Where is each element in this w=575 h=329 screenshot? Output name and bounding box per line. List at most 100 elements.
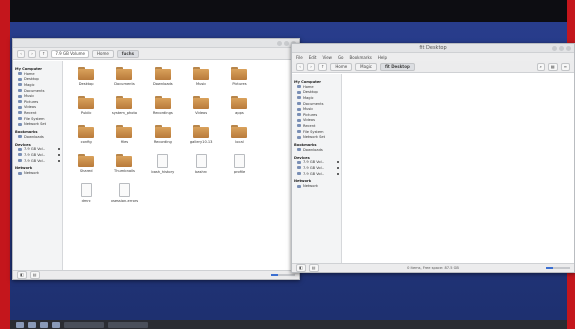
place-icon bbox=[18, 72, 22, 76]
sidebar-item[interactable]: 7.9 GB Vol.. bbox=[15, 158, 60, 164]
right-crumb-0[interactable]: Home bbox=[330, 62, 353, 71]
right-zoom-slider[interactable] bbox=[546, 267, 570, 269]
file-item[interactable]: Shared bbox=[67, 152, 105, 179]
back-button[interactable]: ‹ bbox=[17, 49, 25, 58]
eject-icon[interactable] bbox=[58, 159, 60, 162]
eject-icon[interactable] bbox=[58, 153, 60, 156]
file-item[interactable]: dmrc bbox=[67, 181, 105, 208]
sidebar-item-label: Home bbox=[24, 71, 35, 76]
sidebar-item[interactable]: Network Set bbox=[15, 121, 60, 127]
left-location-field[interactable]: 7.9 GB Volume bbox=[51, 49, 89, 58]
menu-item[interactable]: File bbox=[296, 55, 303, 60]
file-item[interactable]: Recordings bbox=[144, 94, 182, 121]
forward-button[interactable]: › bbox=[307, 62, 315, 71]
eject-icon[interactable] bbox=[337, 172, 339, 175]
folder-body bbox=[231, 69, 248, 80]
file-item[interactable]: Videos bbox=[182, 94, 220, 121]
left-crumb-1[interactable]: fuchs bbox=[116, 49, 139, 58]
place-icon bbox=[297, 148, 301, 152]
icon-view-button[interactable]: ▦ bbox=[547, 62, 558, 71]
left-titlebar[interactable] bbox=[13, 39, 299, 48]
folder-icon bbox=[231, 96, 248, 109]
place-icon bbox=[297, 166, 301, 170]
folder-body bbox=[116, 98, 133, 109]
folder-body bbox=[231, 98, 248, 109]
minimize-icon[interactable] bbox=[552, 46, 557, 51]
browser-icon[interactable] bbox=[40, 321, 48, 328]
file-item[interactable]: config bbox=[67, 123, 105, 150]
file-item[interactable]: bashrc bbox=[182, 152, 220, 179]
file-item[interactable]: Thumbnails bbox=[105, 152, 143, 179]
file-item[interactable]: Documents bbox=[105, 65, 143, 92]
right-titlebar[interactable]: fit Desktop bbox=[292, 44, 574, 53]
menu-item[interactable]: Help bbox=[378, 55, 387, 60]
left-crumb-0[interactable]: Home bbox=[91, 49, 114, 58]
minimize-icon[interactable] bbox=[277, 41, 282, 46]
up-button[interactable]: ↑ bbox=[318, 62, 328, 71]
sidebar-item[interactable]: Downloads bbox=[15, 134, 60, 140]
show-desktop-icon[interactable] bbox=[28, 321, 36, 328]
menu-item[interactable]: Bookmarks bbox=[350, 55, 372, 60]
file-item[interactable]: Pictures bbox=[220, 65, 258, 92]
file-item[interactable]: Downloads bbox=[144, 65, 182, 92]
sidebar-item[interactable]: Network Set bbox=[294, 134, 339, 140]
folder-icon bbox=[193, 67, 210, 80]
file-item[interactable]: Public bbox=[67, 94, 105, 121]
maximize-icon[interactable] bbox=[559, 46, 564, 51]
sidebar-item-label: Pictures bbox=[303, 112, 318, 117]
back-button[interactable]: ‹ bbox=[296, 62, 304, 71]
sidebar-item[interactable]: 7.9 GB Vol.. bbox=[294, 171, 339, 177]
file-name: xsession-errors bbox=[110, 199, 139, 203]
menu-item[interactable]: Edit bbox=[309, 55, 317, 60]
forward-button[interactable]: › bbox=[28, 49, 36, 58]
place-icon bbox=[297, 102, 301, 106]
left-view-toggle-button[interactable]: ▤ bbox=[29, 271, 40, 279]
folder-body bbox=[193, 127, 210, 138]
eject-icon[interactable] bbox=[337, 166, 339, 169]
folder-icon bbox=[154, 67, 171, 80]
file-name: Music bbox=[196, 82, 207, 86]
menu-item[interactable]: Go bbox=[338, 55, 344, 60]
menu-item[interactable]: View bbox=[322, 55, 332, 60]
file-item[interactable]: system_photo bbox=[105, 94, 143, 121]
sidebar-item[interactable]: Downloads bbox=[294, 147, 339, 153]
folder-body bbox=[154, 98, 171, 109]
file-item[interactable]: files bbox=[105, 123, 143, 150]
folder-body bbox=[154, 69, 171, 80]
terminal-icon[interactable] bbox=[52, 321, 60, 328]
taskbar-window-button[interactable] bbox=[64, 321, 104, 328]
maximize-icon[interactable] bbox=[284, 41, 289, 46]
file-item[interactable]: Recording bbox=[144, 123, 182, 150]
menu-icon[interactable] bbox=[16, 321, 24, 328]
sidebar-item[interactable]: Network bbox=[294, 183, 339, 189]
file-item[interactable]: Desktop bbox=[67, 65, 105, 92]
folder-icon bbox=[78, 96, 95, 109]
sidebar-item[interactable]: Network bbox=[15, 170, 60, 176]
left-zoom-slider[interactable] bbox=[271, 274, 295, 276]
eject-icon[interactable] bbox=[337, 161, 339, 164]
close-icon[interactable] bbox=[566, 46, 571, 51]
up-button[interactable]: ↑ bbox=[39, 49, 49, 58]
eject-icon[interactable] bbox=[58, 148, 60, 151]
sidebar-item-label: Recent bbox=[303, 123, 316, 128]
right-crumb-1[interactable]: Magic bbox=[355, 62, 377, 71]
folder-icon bbox=[154, 125, 171, 138]
place-icon bbox=[297, 113, 301, 117]
folder-icon bbox=[154, 96, 171, 109]
file-item[interactable]: xsession-errors bbox=[105, 181, 143, 208]
place-icon bbox=[297, 160, 301, 164]
file-item[interactable]: bash_history bbox=[144, 152, 182, 179]
taskbar-window-button[interactable] bbox=[108, 321, 148, 328]
left-sidebar-toggle-button[interactable]: ◧ bbox=[17, 271, 27, 279]
file-item[interactable]: apps bbox=[220, 94, 258, 121]
list-view-button[interactable]: ≡ bbox=[560, 62, 570, 71]
file-item[interactable]: local bbox=[220, 123, 258, 150]
file-item[interactable]: profile bbox=[220, 152, 258, 179]
file-item[interactable]: gallery10.13 bbox=[182, 123, 220, 150]
sidebar-item-label: Magic bbox=[24, 82, 35, 87]
file-item[interactable]: Music bbox=[182, 65, 220, 92]
search-icon[interactable]: ⌕ bbox=[536, 62, 545, 71]
right-crumb-2[interactable]: fit Desktop bbox=[379, 62, 415, 71]
file-name: local bbox=[235, 140, 244, 144]
document-icon bbox=[195, 154, 207, 168]
